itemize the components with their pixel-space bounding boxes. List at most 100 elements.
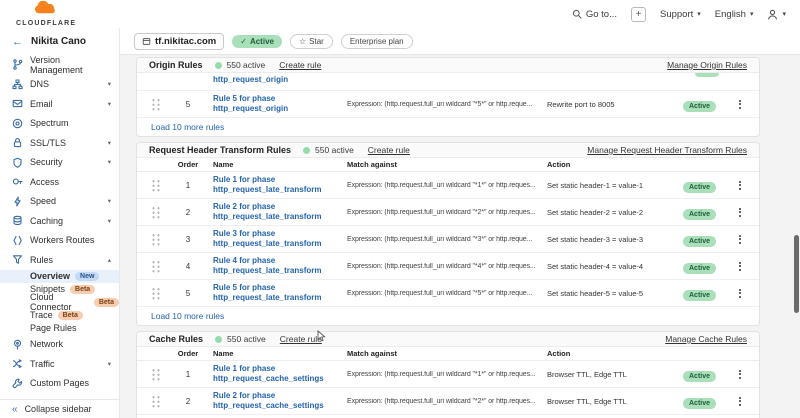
manage-origin-rules-link[interactable]: Manage Origin Rules bbox=[667, 60, 747, 70]
sidebar-item-speed[interactable]: Speed ▾ bbox=[0, 192, 119, 212]
rule-name-link[interactable]: Rule 2 for phase http_request_cache_sett… bbox=[213, 391, 347, 411]
sidebar-item-email[interactable]: Email ▾ bbox=[0, 94, 119, 114]
sidebar-item-workers-routes[interactable]: Workers Routes bbox=[0, 231, 119, 251]
sidebar-item-label: Speed bbox=[30, 196, 56, 206]
kebab-menu-icon[interactable] bbox=[729, 175, 751, 195]
chevron-down-icon: ▾ bbox=[108, 100, 111, 108]
search-button[interactable]: Go to... bbox=[572, 9, 617, 20]
sidebar-subitem[interactable]: Cloud Connector Beta bbox=[0, 296, 119, 309]
status-badge: Active bbox=[683, 263, 716, 274]
sidebar-item-dns[interactable]: DNS ▾ bbox=[0, 75, 119, 95]
transform-rules-table: 1 Rule 1 for phase http_request_late_tra… bbox=[137, 172, 759, 307]
sidebar-item-rules[interactable]: Rules ▴ bbox=[0, 250, 119, 270]
check-icon: ✓ bbox=[240, 37, 247, 46]
plan-label: Enterprise plan bbox=[350, 37, 404, 46]
drag-handle-icon[interactable] bbox=[151, 179, 161, 192]
drag-handle-icon[interactable] bbox=[151, 98, 161, 111]
rule-name-link[interactable]: Rule 2 for phase http_request_late_trans… bbox=[213, 202, 347, 222]
star-button[interactable]: ☆ Star bbox=[290, 34, 333, 49]
domain-selector[interactable]: tf.nikitac.com bbox=[134, 33, 224, 50]
sidebar-item-security[interactable]: Security ▾ bbox=[0, 153, 119, 173]
sidebar-item-spectrum[interactable]: Spectrum bbox=[0, 114, 119, 134]
pin-icon bbox=[12, 339, 23, 350]
origin-rules-section: Origin Rules 550 active Create rule Mana… bbox=[136, 57, 760, 137]
collapse-sidebar-button[interactable]: « Collapse sidebar bbox=[0, 399, 119, 418]
rule-order: 4 bbox=[173, 262, 203, 271]
request-header-transform-rules-section: Request Header Transform Rules 550 activ… bbox=[136, 142, 760, 326]
rule-order: 5 bbox=[173, 100, 203, 109]
shield-icon bbox=[12, 157, 23, 168]
table-row: 2 Rule 2 for phase http_request_cache_se… bbox=[137, 388, 759, 415]
traffic-icon bbox=[12, 358, 23, 369]
subitem-badge: New bbox=[75, 272, 99, 281]
sidebar-item-custom-pages[interactable]: Custom Pages bbox=[0, 374, 119, 394]
user-menu[interactable]: ▾ bbox=[767, 9, 786, 20]
load-more-rules-link[interactable]: Load 10 more rules bbox=[137, 118, 759, 136]
sidebar-item-network[interactable]: Network bbox=[0, 335, 119, 355]
drag-handle-icon[interactable] bbox=[151, 395, 161, 408]
sidebar-item-caching[interactable]: Caching ▾ bbox=[0, 211, 119, 231]
rule-action: Browser TTL, Edge TTL bbox=[547, 397, 683, 406]
add-button[interactable]: + bbox=[631, 7, 646, 22]
vertical-scrollbar[interactable] bbox=[794, 235, 799, 313]
chevron-down-icon: ▾ bbox=[697, 10, 701, 18]
rule-name-line: http_request_origin bbox=[213, 104, 347, 114]
sidebar-item-ssl-tls[interactable]: SSL/TLS ▾ bbox=[0, 133, 119, 153]
status-badge: Active bbox=[683, 236, 716, 247]
language-menu[interactable]: English ▾ bbox=[715, 9, 754, 20]
column-header-name: Name bbox=[213, 160, 347, 169]
create-rule-link[interactable]: Create rule bbox=[279, 60, 321, 70]
kebab-menu-icon[interactable] bbox=[729, 202, 751, 222]
rule-name-link[interactable]: Rule 5 for phase http_request_origin bbox=[213, 94, 347, 114]
status-badge: Active bbox=[683, 290, 716, 301]
sidebar-subitem[interactable]: Page Rules bbox=[0, 322, 119, 335]
drag-handle-icon[interactable] bbox=[151, 260, 161, 273]
user-icon bbox=[767, 9, 778, 20]
drag-handle-icon[interactable] bbox=[151, 287, 161, 300]
create-rule-link[interactable]: Create rule bbox=[280, 334, 322, 344]
rule-name-link[interactable]: Rule 5 for phase http_request_late_trans… bbox=[213, 283, 347, 303]
kebab-menu-icon[interactable] bbox=[729, 94, 751, 114]
cloudflare-logo-text: CLOUDFLARE bbox=[16, 20, 76, 27]
manage-cache-rules-link[interactable]: Manage Cache Rules bbox=[665, 334, 747, 344]
kebab-menu-icon[interactable] bbox=[729, 391, 751, 411]
create-rule-link[interactable]: Create rule bbox=[368, 145, 410, 155]
drag-handle-icon[interactable] bbox=[151, 368, 161, 381]
rule-name-link[interactable]: Rule 4 for phase http_request_late_trans… bbox=[213, 256, 347, 276]
column-header-action: Action bbox=[547, 349, 683, 358]
status-badge: Active bbox=[683, 371, 716, 382]
chevron-down-icon: ▾ bbox=[108, 197, 111, 205]
sidebar-subitem[interactable]: Overview New bbox=[0, 270, 119, 283]
kebab-menu-icon[interactable] bbox=[729, 283, 751, 303]
rule-action: Rewrite port to 8005 bbox=[547, 100, 683, 109]
rule-action: Set static header-4 = value-4 bbox=[547, 262, 683, 271]
kebab-menu-icon[interactable] bbox=[729, 229, 751, 249]
rule-name-link[interactable]: Rule 1 for phase http_request_cache_sett… bbox=[213, 364, 347, 384]
search-icon bbox=[572, 9, 582, 19]
rule-name-link[interactable]: Rule 3 for phase http_request_late_trans… bbox=[213, 229, 347, 249]
chevron-down-icon: ▾ bbox=[108, 158, 111, 166]
sidebar-item-version-management[interactable]: Version Management bbox=[0, 55, 119, 75]
kebab-menu-icon[interactable] bbox=[729, 364, 751, 384]
manage-transform-rules-link[interactable]: Manage Request Header Transform Rules bbox=[587, 145, 747, 155]
subitem-badge: Beta bbox=[58, 311, 83, 320]
drag-handle-icon[interactable] bbox=[151, 233, 161, 246]
cloudflare-logo[interactable]: CLOUDFLARE bbox=[16, 1, 76, 27]
chevron-down-icon: ▾ bbox=[750, 10, 754, 18]
load-more-rules-link[interactable]: Load 10 more rules bbox=[137, 307, 759, 325]
kebab-menu-icon[interactable] bbox=[729, 256, 751, 276]
drag-handle-icon[interactable] bbox=[151, 206, 161, 219]
rule-name-link[interactable]: Rule 1 for phase http_request_late_trans… bbox=[213, 175, 347, 195]
rule-name-line: http_request_late_transform bbox=[213, 266, 347, 276]
back-arrow-icon[interactable]: ← bbox=[12, 36, 23, 48]
sidebar-item-label: Access bbox=[30, 177, 59, 187]
support-menu[interactable]: Support ▾ bbox=[660, 9, 701, 20]
sidebar-item-traffic[interactable]: Traffic ▾ bbox=[0, 354, 119, 374]
sidebar-item-access[interactable]: Access bbox=[0, 172, 119, 192]
rule-name-line: http_request_cache_settings bbox=[213, 374, 347, 384]
table-row: 3 Rule 3 for phase http_request_late_tra… bbox=[137, 226, 759, 253]
email-icon bbox=[12, 98, 23, 109]
column-header-action: Action bbox=[547, 160, 683, 169]
rule-name-link[interactable]: http_request_origin bbox=[213, 75, 288, 84]
rule-action: Set static header-5 = value-5 bbox=[547, 289, 683, 298]
